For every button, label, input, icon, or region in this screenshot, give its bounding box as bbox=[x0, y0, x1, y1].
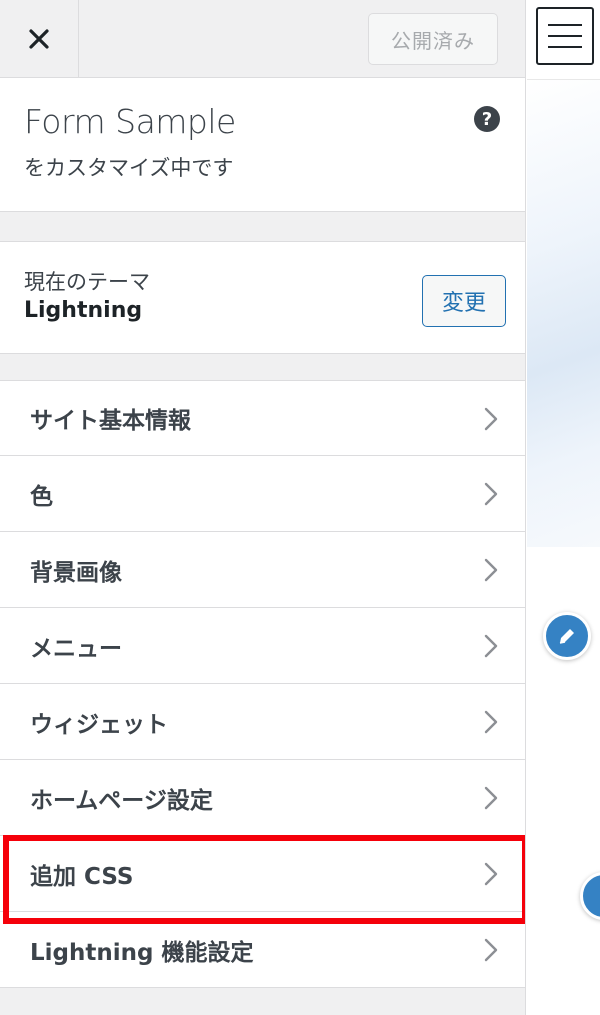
customizer-menu: サイト基本情報 色 背景画像 メニュー ウィジェット ホームページ設定 追加 C… bbox=[0, 380, 525, 988]
customizer-panel: 公開済み Form Sample をカスタマイズ中です ? 現在のテーマ Lig… bbox=[0, 0, 526, 1015]
close-button[interactable] bbox=[0, 0, 79, 77]
hamburger-line bbox=[548, 24, 582, 26]
hamburger-line bbox=[548, 46, 582, 48]
menu-item-label: 色 bbox=[30, 483, 53, 510]
preview-hero-image bbox=[527, 79, 600, 547]
site-preview bbox=[527, 0, 600, 1015]
menu-item-label: ホームページ設定 bbox=[30, 787, 213, 814]
chevron-right-icon bbox=[484, 482, 498, 506]
publish-button[interactable]: 公開済み bbox=[368, 13, 498, 65]
help-icon[interactable]: ? bbox=[474, 106, 500, 132]
site-title: Form Sample bbox=[24, 102, 236, 141]
customizer-header: 公開済み bbox=[0, 0, 525, 78]
current-theme-name: Lightning bbox=[24, 298, 143, 323]
theme-section: 現在のテーマ Lightning 変更 bbox=[0, 241, 525, 354]
edit-shortcut-button[interactable] bbox=[580, 872, 600, 920]
menu-item-label: サイト基本情報 bbox=[30, 408, 191, 434]
menu-item-homepage-settings[interactable]: ホームページ設定 bbox=[0, 760, 525, 836]
chevron-right-icon bbox=[484, 938, 498, 962]
menu-item-label: Lightning 機能設定 bbox=[30, 939, 254, 966]
menu-item-label: 背景画像 bbox=[30, 559, 122, 586]
pencil-icon bbox=[559, 629, 574, 644]
menu-item-additional-css[interactable]: 追加 CSS bbox=[0, 836, 525, 912]
chevron-right-icon bbox=[484, 710, 498, 734]
menu-item-label: メニュー bbox=[30, 635, 122, 662]
close-icon bbox=[29, 28, 49, 49]
menu-item-background-image[interactable]: 背景画像 bbox=[0, 532, 525, 608]
edit-shortcut-button[interactable] bbox=[543, 612, 591, 660]
chevron-right-icon bbox=[484, 862, 498, 886]
site-info-section: Form Sample をカスタマイズ中です ? bbox=[0, 78, 525, 212]
chevron-right-icon bbox=[484, 558, 498, 582]
chevron-right-icon bbox=[484, 634, 498, 658]
menu-item-label: 追加 CSS bbox=[30, 863, 134, 890]
chevron-right-icon bbox=[484, 786, 498, 810]
hamburger-line bbox=[548, 35, 582, 37]
chevron-right-icon bbox=[484, 407, 498, 431]
customizing-subtitle: をカスタマイズ中です bbox=[24, 156, 234, 180]
hamburger-menu-button[interactable] bbox=[536, 7, 594, 65]
menu-item-site-identity[interactable]: サイト基本情報 bbox=[0, 380, 525, 456]
menu-item-lightning-settings[interactable]: Lightning 機能設定 bbox=[0, 912, 525, 988]
menu-item-menus[interactable]: メニュー bbox=[0, 608, 525, 684]
menu-item-widgets[interactable]: ウィジェット bbox=[0, 684, 525, 760]
change-theme-button[interactable]: 変更 bbox=[422, 275, 506, 327]
menu-item-colors[interactable]: 色 bbox=[0, 456, 525, 532]
current-theme-label: 現在のテーマ bbox=[24, 270, 150, 294]
menu-item-label: ウィジェット bbox=[30, 711, 168, 738]
